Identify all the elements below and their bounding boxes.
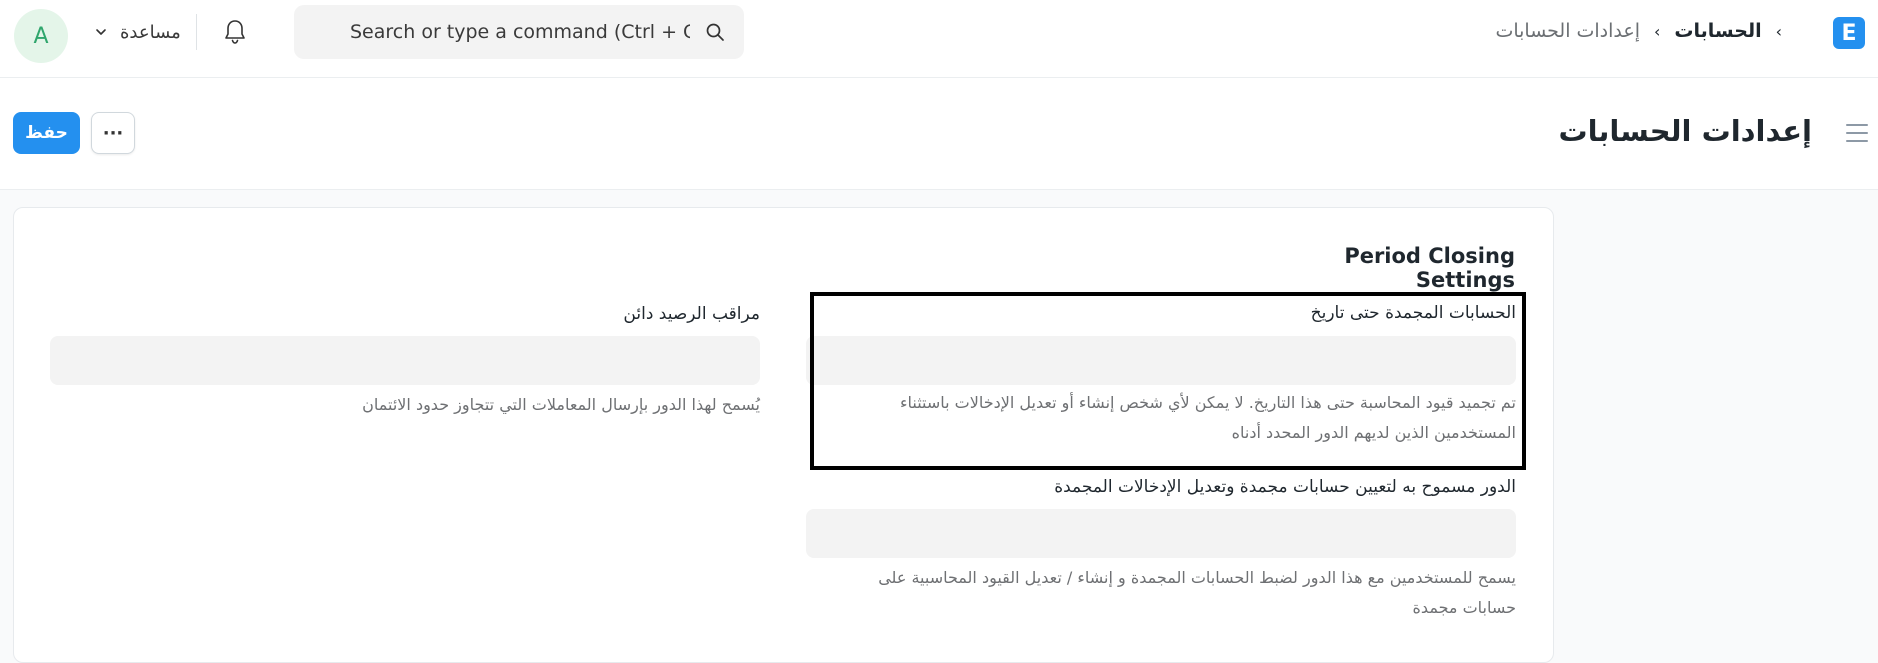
help-dropdown[interactable]: مساعدة	[92, 18, 181, 46]
credit-controller-label: مراقب الرصيد دائن	[623, 304, 760, 324]
credit-controller-input[interactable]	[50, 336, 760, 385]
breadcrumb-separator-icon: ›	[1654, 21, 1661, 41]
search-bar[interactable]	[294, 5, 744, 59]
section-title: Period Closing Settings	[1344, 244, 1515, 292]
frozen-role-description: يسمح للمستخدمين مع هذا الدور لضبط الحساب…	[796, 563, 1516, 623]
nav-divider	[196, 14, 197, 50]
page-title: إعدادات الحسابات	[1558, 114, 1812, 148]
breadcrumb-item-accounts[interactable]: الحسابات	[1674, 20, 1761, 42]
breadcrumb: › الحسابات › إعدادات الحسابات	[1495, 16, 1782, 46]
more-actions-button[interactable]: ···	[91, 112, 135, 154]
page-head: حفظ ··· إعدادات الحسابات	[0, 78, 1878, 190]
frozen-role-description-line2: حسابات مجمدة	[1412, 598, 1516, 617]
breadcrumb-separator-icon: ›	[1775, 21, 1782, 41]
help-label: مساعدة	[120, 21, 181, 43]
sidebar-toggle-icon[interactable]	[1846, 124, 1868, 142]
save-button[interactable]: حفظ	[13, 112, 80, 154]
notifications-bell-icon[interactable]	[221, 17, 249, 47]
frozen-role-label: الدور مسموح به لتعيين حسابات مجمدة وتعدي…	[1054, 477, 1516, 497]
app-logo[interactable]: E	[1833, 17, 1865, 49]
breadcrumb-item-accounts-settings[interactable]: إعدادات الحسابات	[1495, 20, 1640, 42]
search-icon	[704, 21, 726, 43]
navbar: A مساعدة › الحسابات › إعدادات الحسابات E	[0, 0, 1878, 78]
chevron-down-icon	[92, 23, 110, 41]
avatar-letter: A	[33, 23, 49, 49]
avatar[interactable]: A	[14, 9, 68, 63]
frozen-role-description-line1: يسمح للمستخدمين مع هذا الدور لضبط الحساب…	[878, 568, 1516, 587]
logo-letter: E	[1841, 20, 1857, 46]
highlight-box	[810, 292, 1526, 470]
credit-controller-description: يُسمح لهذا الدور بإرسال المعاملات التي ت…	[362, 395, 760, 414]
frozen-role-input[interactable]	[806, 509, 1516, 558]
search-input[interactable]	[350, 21, 690, 43]
